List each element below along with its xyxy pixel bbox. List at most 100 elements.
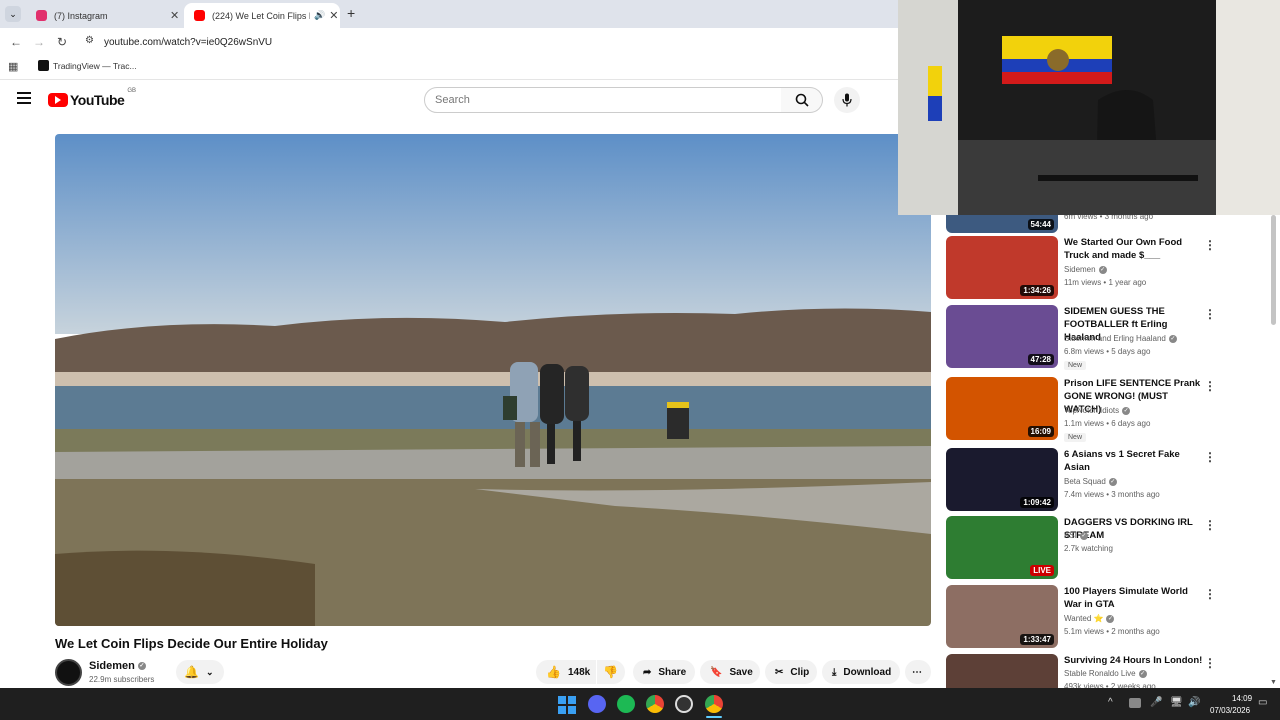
subscriber-count: 22.9m subscribers (89, 675, 155, 684)
tray-app-icon[interactable] (1129, 698, 1141, 708)
channel-avatar[interactable] (55, 659, 82, 686)
bookmark-icon: 🔖 (710, 666, 723, 678)
speaker-icon[interactable]: 🔊 (314, 10, 325, 21)
more-options-icon[interactable]: ⋮ (1204, 587, 1216, 601)
channel-name-text: Sidemen (89, 660, 135, 672)
youtube-logo[interactable]: YouTube GB (48, 88, 136, 108)
tray-app2-icon[interactable]: 🎤 (1150, 697, 1162, 708)
logo-text: YouTube (70, 92, 125, 108)
search-input[interactable]: Search (424, 87, 782, 113)
download-button[interactable]: ⤓ Download (822, 660, 900, 684)
tab-instagram[interactable]: (7) Instagram ✕ (26, 3, 182, 28)
share-button[interactable]: ➦ Share (633, 660, 695, 684)
verified-icon: ✓ (1106, 614, 1115, 623)
recommendation-channel[interactable]: KSI ✓ (1064, 531, 1088, 540)
channel-text: Wanted ⭐ (1064, 614, 1104, 623)
menu-icon[interactable] (17, 92, 31, 104)
obs-icon[interactable] (675, 695, 693, 713)
url-field[interactable]: youtube.com/watch?v=ie0Q26wSnVU (104, 37, 272, 48)
bookmarks-bar: ▦ TradingView — Trac... (0, 56, 900, 78)
tray-chevron-icon[interactable]: ^ (1108, 697, 1113, 708)
dislike-button[interactable]: 👎 (597, 660, 625, 684)
more-options-icon[interactable]: ⋮ (1204, 656, 1216, 670)
recommendation-title[interactable]: 6 Asians vs 1 Secret Fake Asian (1064, 448, 1204, 474)
youtube-icon (194, 10, 205, 21)
mic-icon (842, 93, 852, 107)
save-label: Save (729, 666, 753, 678)
notification-center-icon[interactable]: ▭ (1258, 697, 1267, 708)
recommendation-item[interactable]: LIVEDAGGERS VS DORKING IRL STREAMKSI✓2.7… (946, 516, 1266, 580)
clip-button[interactable]: ✂ Clip (765, 660, 817, 684)
site-settings-icon[interactable]: ⚙ (85, 35, 94, 46)
new-tab-button[interactable]: + (347, 5, 355, 21)
recommendation-channel[interactable]: Sidemen and Erling Haaland ✓ (1064, 334, 1177, 343)
recommendation-meta: 6.8m views • 5 days ago (1064, 347, 1151, 356)
clock-time[interactable]: 14:09 (1232, 694, 1252, 703)
more-options-icon[interactable]: ⋮ (1204, 518, 1216, 532)
network-icon[interactable]: 🖥 (1170, 697, 1183, 708)
search-icon (795, 93, 809, 107)
video-thumbnail[interactable]: 1:09:42 (946, 448, 1058, 511)
instagram-icon (36, 10, 47, 21)
back-icon[interactable]: ← (10, 35, 22, 49)
recommendation-title[interactable]: Surviving 24 Hours In London! (1064, 654, 1204, 667)
windows-start-icon[interactable] (558, 696, 576, 714)
more-options-icon[interactable]: ⋮ (1204, 379, 1216, 393)
new-badge: New (1064, 433, 1087, 442)
apps-grid-icon[interactable]: ▦ (8, 60, 18, 73)
recommendation-channel[interactable]: Sidemen ✓ (1064, 265, 1107, 274)
duration-badge: LIVE (1030, 565, 1054, 576)
chrome-profile-icon[interactable] (705, 695, 723, 713)
close-tab-icon[interactable]: ✕ (170, 9, 179, 22)
verified-icon: ✓ (1098, 265, 1107, 274)
share-icon: ➦ (643, 666, 652, 678)
recommendation-item[interactable]: 1:33:47 100 Players Simulate World War in… (946, 585, 1266, 649)
more-options-icon[interactable]: ⋮ (1204, 238, 1216, 252)
chevron-down-icon: ⌄ (205, 666, 214, 677)
forward-icon[interactable]: → (33, 35, 45, 49)
scissors-icon: ✂ (775, 666, 784, 678)
video-thumbnail[interactable]: 1:33:47 (946, 585, 1058, 648)
channel-name[interactable]: Sidemen ✓ (89, 660, 146, 672)
chrome-icon[interactable] (646, 695, 664, 713)
recommendation-meta: 7.4m views • 3 months ago (1064, 490, 1160, 499)
tab-youtube[interactable]: (224) We Let Coin Flips Dec 🔊 ✕ (184, 3, 340, 28)
recommendation-title[interactable]: 100 Players Simulate World War in GTA (1064, 585, 1204, 611)
thumbs-up-icon: 👍 (546, 665, 561, 679)
recommendation-channel[interactable]: TopNotch Idiots ✓ (1064, 406, 1131, 415)
reload-icon[interactable]: ↻ (57, 35, 67, 49)
recommendation-item[interactable]: 1:09:42 6 Asians vs 1 Secret Fake Asian Be… (946, 448, 1266, 512)
clock-date[interactable]: 07/03/2026 (1210, 706, 1250, 715)
voice-search-button[interactable] (834, 87, 860, 113)
tab-search-chevron[interactable]: ⌄ (5, 6, 21, 22)
recommendation-item[interactable]: 47:28 SIDEMEN GUESS THE FOOTBALLER ft Erl… (946, 305, 1266, 370)
duration-badge: 1:09:42 (1020, 497, 1054, 508)
recommendation-item[interactable]: 1:34:26 We Started Our Own Food Truck and… (946, 236, 1266, 300)
like-button[interactable]: 👍 148k (536, 660, 596, 684)
recommendation-item[interactable]: 16:09 Prison LIFE SENTENCE Prank GONE WRO… (946, 377, 1266, 442)
video-thumbnail[interactable]: 16:09 (946, 377, 1058, 440)
video-player[interactable] (55, 134, 931, 626)
scroll-down-arrow[interactable]: ▼ (1270, 679, 1277, 686)
save-button[interactable]: 🔖 Save (700, 660, 760, 684)
discord-icon[interactable] (588, 695, 606, 713)
more-options-icon[interactable]: ⋮ (1204, 450, 1216, 464)
recommendation-title[interactable]: We Started Our Own Food Truck and made $… (1064, 236, 1204, 262)
video-thumbnail[interactable]: 47:28 (946, 305, 1058, 368)
volume-icon[interactable]: 🔊 (1188, 697, 1200, 708)
recommendation-channel[interactable]: Stable Ronaldo Live ✓ (1064, 669, 1147, 678)
verified-icon: ✓ (1122, 406, 1131, 415)
sidebar-scrollbar[interactable] (1271, 215, 1276, 325)
video-thumbnail[interactable]: LIVE (946, 516, 1058, 579)
search-button[interactable] (781, 87, 823, 113)
video-thumbnail[interactable]: 1:34:26 (946, 236, 1058, 299)
bookmark-tradingview[interactable]: TradingView — Trac... (53, 61, 137, 71)
spotify-icon[interactable] (617, 695, 635, 713)
verified-icon: ✓ (1079, 531, 1088, 540)
more-options-icon[interactable]: ⋮ (1204, 307, 1216, 321)
more-actions-button[interactable]: ⋯ (905, 660, 931, 684)
recommendation-channel[interactable]: Beta Squad ✓ (1064, 477, 1117, 486)
notification-button[interactable]: 🔔 ⌄ (176, 660, 224, 684)
close-tab-icon[interactable]: ✕ (329, 9, 338, 22)
recommendation-channel[interactable]: Wanted ⭐ ✓ (1064, 614, 1115, 623)
